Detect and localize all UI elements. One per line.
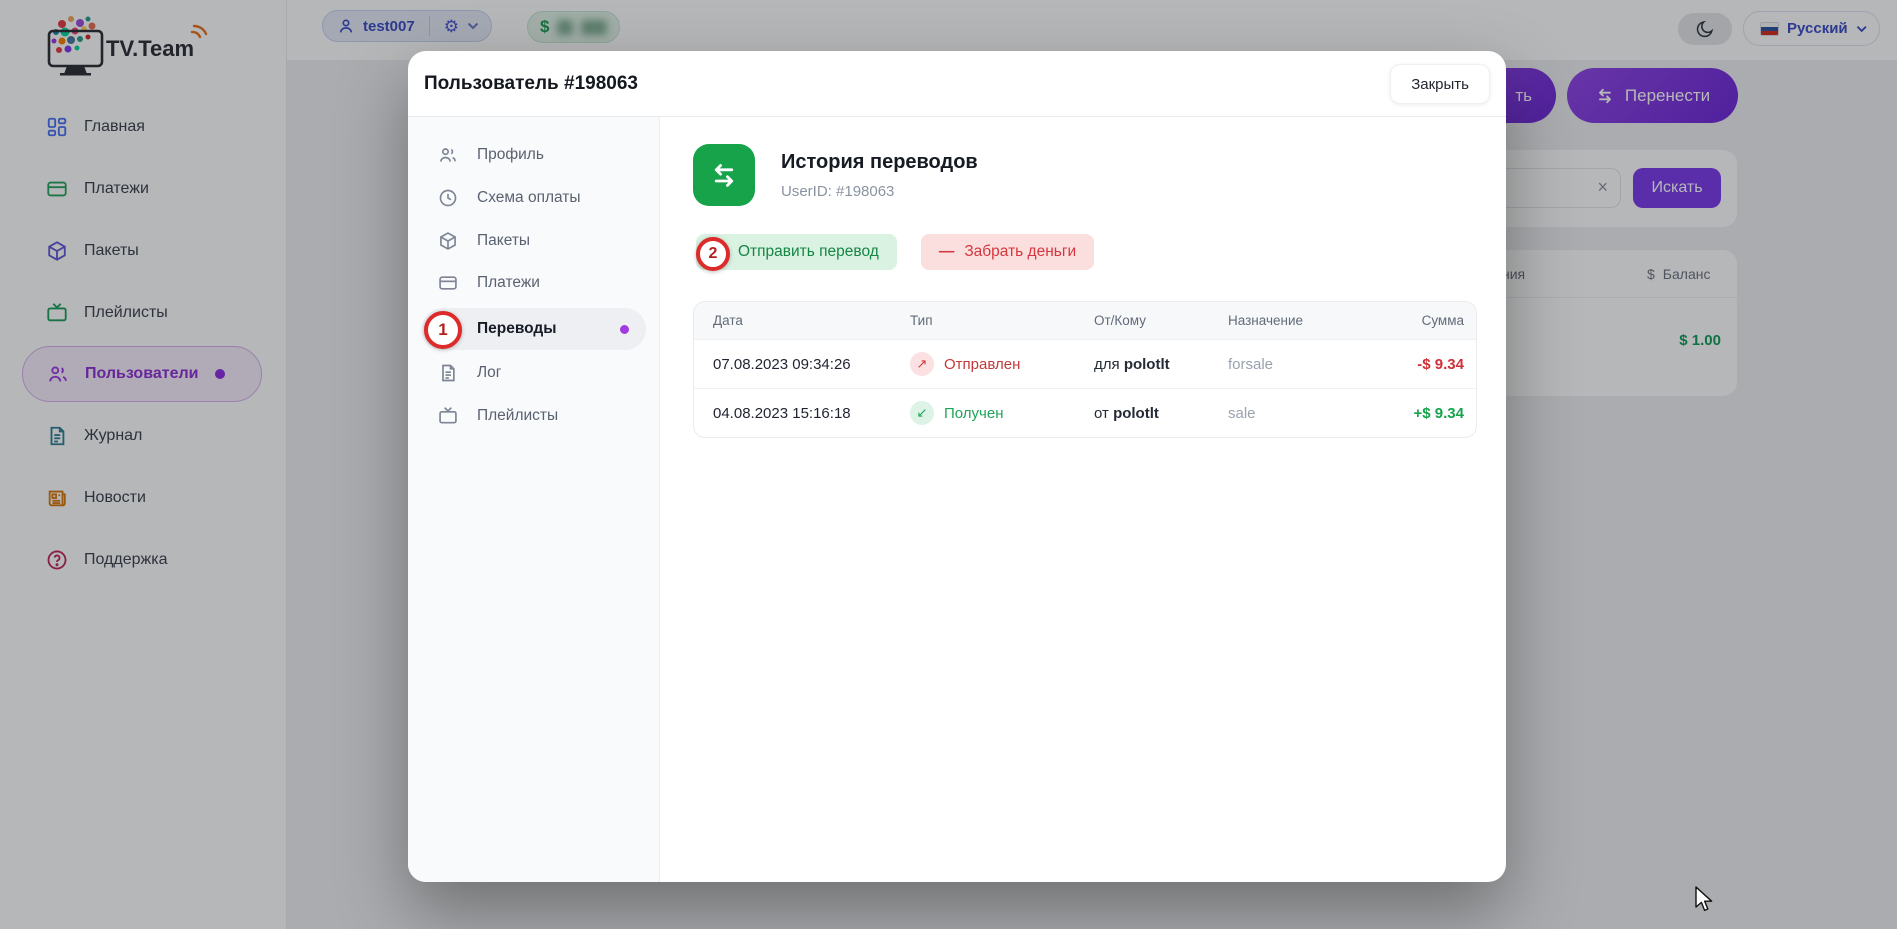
modal-header: Пользователь #198063 Закрыть [408,51,1506,117]
transfer-type-label: Отправлен [944,356,1020,373]
transfer-amount: +$ 9.34 [1348,405,1477,422]
annotation-number: 2 [709,245,718,263]
tab-label: Переводы [477,320,557,338]
column-header: Сумма [1348,313,1477,328]
column-header: От/Кому [1094,313,1228,328]
transfer-type-label: Получен [944,405,1004,422]
tab-label: Платежи [477,274,540,292]
modal-tab-column: Профиль Схема оплаты Пакеты Платежи [408,117,660,882]
counterparty-prefix: для [1094,356,1120,373]
transfer-counterparty: от polotlt [1094,405,1228,422]
annotation-step-2: 2 [696,237,730,271]
transfer-amount: -$ 9.34 [1348,356,1477,373]
notification-dot [620,325,629,334]
transfer-date: 07.08.2023 09:34:26 [694,356,910,373]
user-id: UserID: #198063 [781,183,978,200]
tab-playlists[interactable]: Плейлисты [408,399,660,433]
transfers-header: История переводов UserID: #198063 [693,144,978,206]
column-header: Дата [694,313,910,328]
transfer-purpose: sale [1228,405,1348,422]
transfers-icon [693,144,755,206]
counterparty-name: polotlt [1113,405,1159,422]
table-row[interactable]: 07.08.2023 09:34:26 ↗ Отправлен для polo… [694,339,1476,388]
transfers-table: Дата Тип От/Кому Назначение Сумма 07.08.… [693,301,1477,438]
table-row[interactable]: 04.08.2023 15:16:18 ↙ Получен от polotlt… [694,388,1476,437]
withdraw-money-label: Забрать деньги [964,243,1076,261]
arrow-in-icon: ↙ [910,401,934,425]
minus-icon: — [939,243,955,261]
transfer-arrows-icon [705,156,743,194]
transfer-actions: Отправить перевод — Забрать деньги [696,234,1094,270]
withdraw-money-button[interactable]: — Забрать деньги [921,234,1094,270]
column-header: Тип [910,313,1094,328]
tab-payment-scheme[interactable]: Схема оплаты [408,181,660,215]
counterparty-name: polotlt [1124,356,1170,373]
counterparty-prefix: от [1094,405,1109,422]
package-icon [438,231,458,251]
annotation-step-1: 1 [424,311,462,349]
tab-log[interactable]: Лог [408,356,660,390]
tab-packages[interactable]: Пакеты [408,224,660,258]
column-header: Назначение [1228,313,1348,328]
screen: TV.Team Главная Платежи Пакеты [0,0,1897,929]
annotation-number: 1 [438,320,447,340]
tab-label: Профиль [477,146,544,164]
tab-profile[interactable]: Профиль [408,138,660,172]
tab-label: Пакеты [477,232,530,250]
tab-label: Схема оплаты [477,189,581,207]
transfer-type: ↗ Отправлен [910,352,1094,376]
section-title: История переводов [781,151,978,174]
transfer-type: ↙ Получен [910,401,1094,425]
user-modal: Пользователь #198063 Закрыть Профиль Схе… [408,51,1506,882]
modal-title: Пользователь #198063 [424,51,638,117]
transfer-purpose: forsale [1228,356,1348,373]
arrow-out-icon: ↗ [910,352,934,376]
credit-card-icon [438,273,458,293]
transfer-date: 04.08.2023 15:16:18 [694,405,910,422]
mouse-cursor [1694,886,1716,914]
tab-payments[interactable]: Платежи [408,266,660,300]
tab-label: Плейлисты [477,407,558,425]
file-icon [438,363,458,383]
tab-label: Лог [477,364,501,382]
close-button[interactable]: Закрыть [1390,64,1490,104]
send-transfer-label: Отправить перевод [738,243,879,261]
close-button-label: Закрыть [1411,76,1469,93]
transfer-counterparty: для polotlt [1094,356,1228,373]
users-icon [438,145,458,165]
tv-icon [438,406,458,426]
clock-icon [438,188,458,208]
transfers-table-header: Дата Тип От/Кому Назначение Сумма [694,302,1476,339]
